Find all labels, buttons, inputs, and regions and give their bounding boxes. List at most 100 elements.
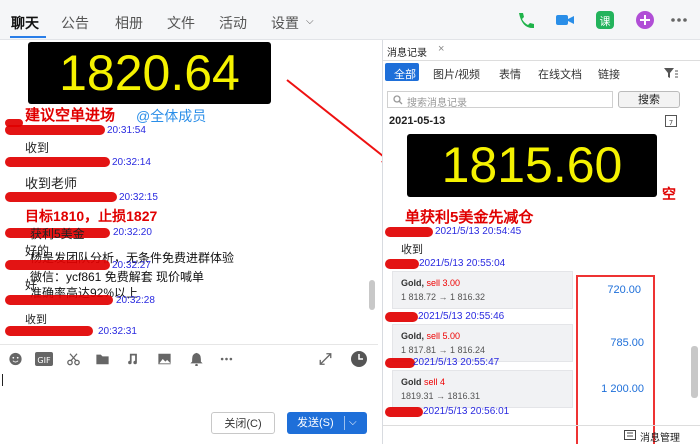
phone-call-icon[interactable] <box>514 9 536 31</box>
filter-docs[interactable]: 在线文档 <box>538 66 582 82</box>
trade-range: 1 818.72 → 1 816.32 <box>401 292 486 302</box>
price-banner-image[interactable]: 1815.60 <box>407 134 657 197</box>
redaction-mark <box>385 358 415 368</box>
chevron-down-icon[interactable]: ⌵ <box>349 412 357 434</box>
redaction-mark <box>5 157 110 167</box>
chat-window: 聊天 公告 相册 文件 活动 设置 ⌵ 课 1820.64 建议空单进场 @全体… <box>0 0 700 444</box>
history-timestamp: 2021/5/13 20:54:45 <box>435 226 522 237</box>
send-divider <box>344 416 345 430</box>
message-timestamp: 20:32:27 <box>112 260 151 271</box>
top-tab-bar: 聊天 公告 相册 文件 活动 设置 ⌵ 课 <box>0 0 700 40</box>
music-icon[interactable] <box>125 352 140 366</box>
callout-text: 建议空单进场 <box>25 107 116 124</box>
trade-range: 1 817.81 → 1 816.24 <box>401 345 486 355</box>
message-timestamp: 20:31:54 <box>107 125 146 136</box>
chat-scrollbar[interactable] <box>369 280 375 310</box>
gif-icon[interactable]: GIF <box>35 352 53 366</box>
side-char: 空 <box>662 186 676 202</box>
message-timestamp: 20:32:14 <box>112 157 151 168</box>
tab-activity[interactable]: 活动 <box>219 13 247 33</box>
redaction-mark <box>5 260 110 270</box>
video-call-icon[interactable] <box>554 9 576 31</box>
message-input[interactable] <box>0 372 378 404</box>
bell-icon[interactable] <box>189 352 204 366</box>
filter-links[interactable]: 链接 <box>598 66 620 82</box>
expand-icon[interactable] <box>318 352 333 366</box>
profit-text: 获利5美金 <box>30 227 85 241</box>
course-icon[interactable]: 课 <box>594 9 616 31</box>
message-timestamp: 20:32:20 <box>113 227 152 238</box>
more-icon[interactable] <box>668 9 690 31</box>
tab-files[interactable]: 文件 <box>167 13 195 33</box>
message-text: 好 <box>25 278 38 292</box>
close-button[interactable]: 关闭(C) <box>211 412 275 434</box>
message-manage-icon <box>624 430 636 440</box>
mention-all[interactable]: @全体成员 <box>136 106 206 126</box>
message-timestamp: 20:32:28 <box>116 295 155 306</box>
message-timestamp: 20:32:31 <box>98 326 137 337</box>
trade-title: Gold, sell 5.00 <box>401 331 461 341</box>
tab-album[interactable]: 相册 <box>115 13 143 33</box>
redaction-mark <box>5 326 93 336</box>
message-history-panel: 消息记录 × 全部 图片/视频 表情 在线文档 链接 搜索消息记录 搜索 202… <box>382 40 700 444</box>
redaction-mark <box>385 312 418 322</box>
history-clock-icon[interactable] <box>350 350 368 368</box>
send-label: 发送(S) <box>297 417 334 429</box>
redaction-mark <box>385 227 433 237</box>
redaction-mark <box>385 407 423 417</box>
send-button[interactable]: 发送(S) ⌵ <box>287 412 367 434</box>
history-scrollbar[interactable] <box>691 346 698 398</box>
caption-text: 单获利5美金先减仓 <box>405 209 534 226</box>
redaction-mark <box>385 259 419 269</box>
input-toolbar: GIF <box>0 344 378 372</box>
history-timestamp: 2021/5/13 20:56:01 <box>423 406 510 417</box>
trade-title: Gold sell 4 <box>401 377 446 387</box>
calendar-icon[interactable]: 7 <box>665 114 677 127</box>
tab-chat[interactable]: 聊天 <box>11 13 39 33</box>
message-text: 收到老师 <box>25 176 78 191</box>
highlight-box-annotation <box>576 275 655 444</box>
target-text: 目标1810，止损1827 <box>25 208 158 224</box>
redaction-mark <box>5 125 105 135</box>
add-icon[interactable] <box>634 9 656 31</box>
history-timestamp: 2021/5/13 20:55:47 <box>413 357 500 368</box>
search-icon <box>393 95 403 105</box>
scissors-icon[interactable] <box>66 352 81 366</box>
message-manage-link[interactable]: 消息管理 <box>640 429 680 444</box>
filter-images[interactable]: 图片/视频 <box>433 66 480 82</box>
history-timestamp: 2021/5/13 20:55:04 <box>419 258 506 269</box>
history-timestamp: 2021/5/13 20:55:46 <box>418 311 505 322</box>
trade-card[interactable]: Gold sell 4 1819.31 → 1816.31 1 200.00 <box>392 370 644 408</box>
message-text: 收到 <box>25 141 50 155</box>
divider <box>383 425 700 426</box>
svg-text:7: 7 <box>669 119 673 127</box>
history-title: 消息记录 <box>387 48 427 59</box>
folder-icon[interactable] <box>95 352 110 366</box>
filter-emoji[interactable]: 表情 <box>499 66 521 82</box>
chevron-down-icon[interactable]: ⌵ <box>306 16 314 27</box>
divider <box>383 60 700 61</box>
close-icon[interactable]: × <box>438 43 444 55</box>
svg-text:课: 课 <box>600 15 611 28</box>
more-options-icon[interactable] <box>219 352 234 366</box>
image-icon[interactable] <box>157 352 172 366</box>
active-tab-indicator <box>10 36 46 38</box>
redaction-mark <box>5 192 117 202</box>
svg-text:GIF: GIF <box>37 356 51 365</box>
redaction-mark <box>5 295 113 305</box>
tab-settings[interactable]: 设置 <box>271 13 299 33</box>
search-button[interactable]: 搜索 <box>618 91 680 108</box>
trade-card[interactable]: Gold, sell 3.00 1 818.72 → 1 816.32 720.… <box>392 271 641 309</box>
history-text: 收到 <box>401 244 423 256</box>
filter-icon[interactable] <box>663 67 679 79</box>
search-placeholder: 搜索消息记录 <box>407 98 467 109</box>
history-date: 2021-05-13 <box>389 115 446 127</box>
message-timestamp: 20:32:15 <box>119 192 158 203</box>
message-text: 收到 <box>25 314 47 326</box>
history-search-input[interactable]: 搜索消息记录 <box>387 91 613 109</box>
filter-all-label: 全部 <box>394 69 416 81</box>
trade-title: Gold, sell 3.00 <box>401 278 461 288</box>
emoji-icon[interactable] <box>8 352 23 366</box>
price-banner-image[interactable]: 1820.64 <box>28 42 271 104</box>
tab-notice[interactable]: 公告 <box>61 13 89 33</box>
